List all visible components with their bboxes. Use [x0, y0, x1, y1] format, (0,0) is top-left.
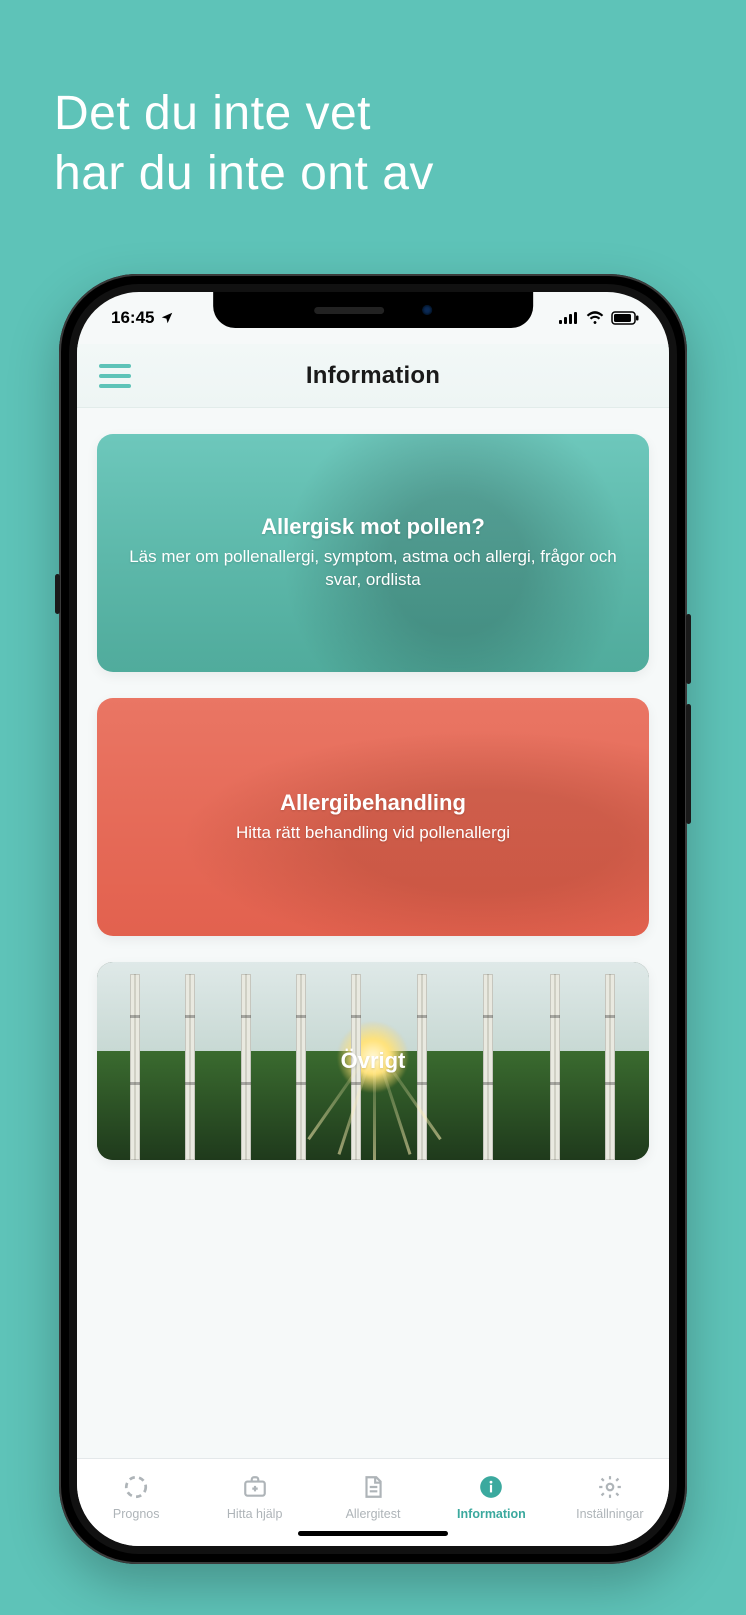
phone-side-button: [55, 574, 60, 614]
tab-label: Information: [457, 1507, 526, 1521]
tab-label: Prognos: [113, 1507, 160, 1521]
tab-prognos[interactable]: Prognos: [77, 1459, 195, 1536]
tab-hitta-hjalp[interactable]: Hitta hjälp: [195, 1459, 313, 1536]
tab-label: Inställningar: [576, 1507, 643, 1521]
progress-circle-icon: [123, 1474, 149, 1503]
info-icon: [478, 1474, 504, 1503]
promo-line-2: har du inte ont av: [54, 147, 434, 200]
gear-icon: [597, 1474, 623, 1503]
location-arrow-icon: [160, 311, 174, 325]
tab-label: Hitta hjälp: [227, 1507, 283, 1521]
promo-headline: Det du inte vet har du inte ont av: [54, 84, 692, 204]
card-pollen-allergy[interactable]: Allergisk mot pollen? Läs mer om pollena…: [97, 434, 649, 672]
card-title: Allergibehandling: [280, 790, 466, 816]
content-area: Allergisk mot pollen? Läs mer om pollena…: [77, 408, 669, 1458]
card-subtitle: Läs mer om pollenallergi, symptom, astma…: [125, 546, 621, 592]
phone-side-button: [686, 614, 691, 684]
tab-label: Allergitest: [346, 1507, 401, 1521]
card-allergy-treatment[interactable]: Allergibehandling Hitta rätt behandling …: [97, 698, 649, 936]
phone-frame: 16:45: [59, 274, 687, 1564]
wifi-icon: [586, 309, 604, 327]
tab-allergitest[interactable]: Allergitest: [314, 1459, 432, 1536]
first-aid-icon: [242, 1474, 268, 1503]
hamburger-icon: [99, 364, 131, 368]
tab-installningar[interactable]: Inställningar: [551, 1459, 669, 1536]
card-title: Allergisk mot pollen?: [261, 514, 485, 540]
cellular-icon: [559, 312, 579, 324]
card-subtitle: Hitta rätt behandling vid pollenallergi: [236, 822, 510, 845]
app-header: Information: [77, 344, 669, 408]
screen: 16:45: [77, 292, 669, 1546]
page-title: Information: [306, 362, 440, 390]
document-icon: [360, 1474, 386, 1503]
menu-button[interactable]: [99, 364, 131, 388]
phone-side-button: [686, 704, 691, 824]
notch: [213, 292, 533, 328]
tab-information[interactable]: Information: [432, 1459, 550, 1536]
battery-icon: [611, 311, 639, 325]
promo-line-1: Det du inte vet: [54, 87, 371, 140]
card-other[interactable]: Övrigt: [97, 962, 649, 1160]
card-title: Övrigt: [341, 1048, 406, 1074]
status-time: 16:45: [111, 308, 154, 328]
home-indicator[interactable]: [298, 1531, 448, 1536]
